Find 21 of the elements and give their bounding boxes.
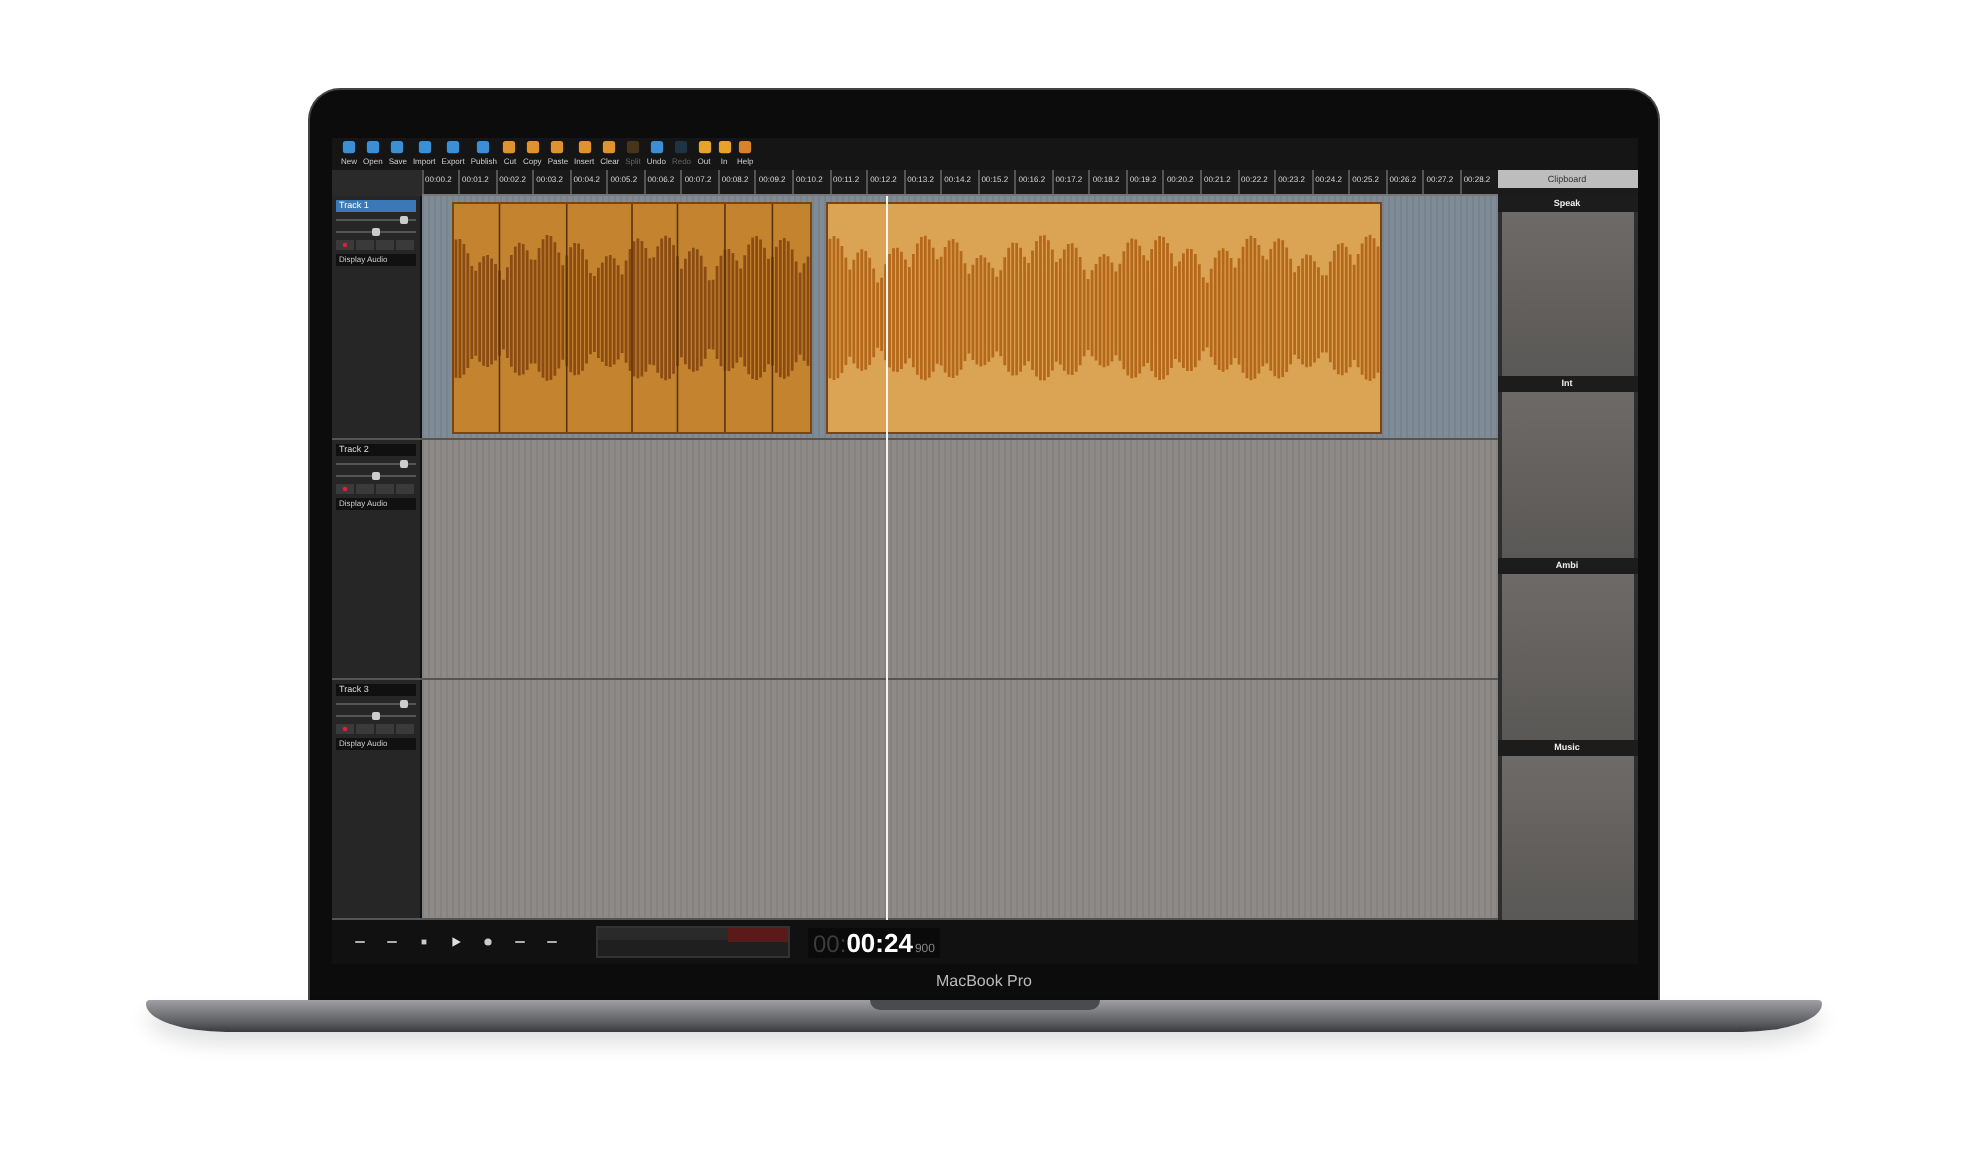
volume-slider[interactable] [335,215,415,224]
record-arm-button[interactable] [335,483,353,494]
clipboard-slot[interactable] [1501,755,1633,921]
record-icon [482,936,494,949]
volume-slider[interactable] [335,459,415,468]
laptop-model-label: MacBook Pro [935,970,1033,994]
clipboard-slot[interactable] [1501,211,1633,377]
record-dot-icon [341,241,347,248]
pan-slider[interactable] [335,712,415,720]
volume-slider[interactable] [335,700,415,708]
clipboard-slot[interactable] [1501,392,1633,558]
pan-slider[interactable] [335,227,415,236]
record-arm-button[interactable] [335,239,353,250]
pan-slider[interactable] [335,471,415,480]
time-value: 00:24 [846,927,913,958]
clipboard-slot[interactable] [1501,574,1633,740]
record-arm-button[interactable] [335,724,353,734]
record-dot-icon [341,726,347,732]
playhead-line[interactable] [885,196,888,920]
record-dot-icon [341,485,347,492]
play-icon [450,936,462,949]
